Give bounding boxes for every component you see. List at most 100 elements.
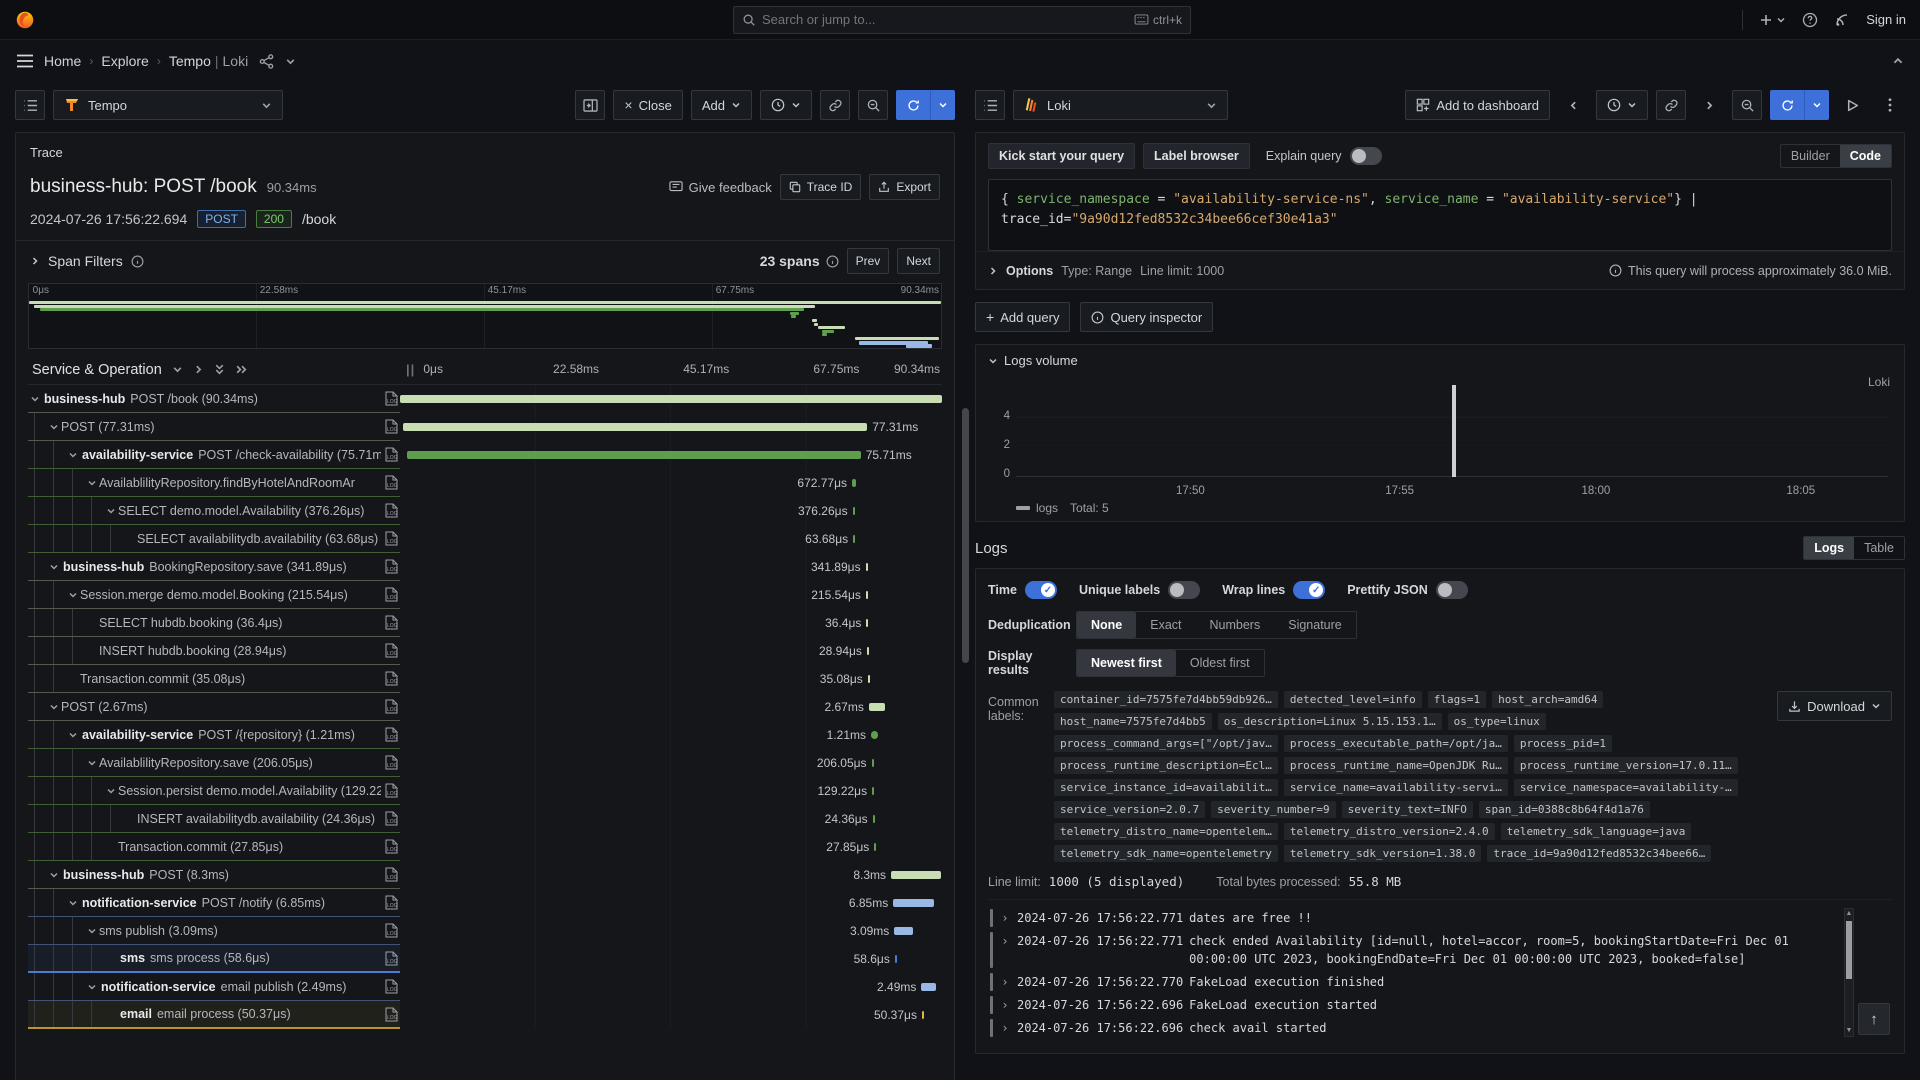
- refresh-button[interactable]: [896, 90, 931, 120]
- log-icon[interactable]: LOG: [381, 419, 398, 434]
- log-icon[interactable]: LOG: [381, 839, 398, 854]
- span-name-cell[interactable]: sms publish (3.09ms)LOG: [28, 917, 400, 945]
- download-button[interactable]: Download: [1777, 691, 1892, 721]
- log-line[interactable]: ›2024-07-26 17:56:22.696FakeLoad executi…: [990, 993, 1832, 1016]
- deduplication-options[interactable]: NoneExactNumbersSignature: [1076, 611, 1357, 639]
- news-icon[interactable]: [1834, 12, 1850, 28]
- toggle-switch[interactable]: ✓: [1293, 581, 1325, 599]
- collapse-top-icon[interactable]: [1892, 55, 1904, 67]
- expand-log-icon[interactable]: ›: [999, 1019, 1011, 1037]
- toggle-switch[interactable]: [1436, 581, 1468, 599]
- span-row[interactable]: business-hubBookingRepository.save (341.…: [28, 553, 942, 581]
- span-bar-cell[interactable]: 2.67ms: [400, 693, 942, 721]
- zoom-out-icon[interactable]: [1732, 90, 1762, 120]
- grafana-logo[interactable]: [14, 9, 36, 31]
- breadcrumb-item[interactable]: Explore: [101, 53, 148, 69]
- run-query-icon[interactable]: [1837, 90, 1867, 120]
- span-bar-cell[interactable]: 2.49ms: [400, 973, 942, 1001]
- log-icon[interactable]: LOG: [381, 783, 398, 798]
- collapse-chevron-icon[interactable]: [85, 478, 99, 488]
- datasource-picker-loki[interactable]: Loki: [1013, 90, 1228, 120]
- log-icon[interactable]: LOG: [381, 615, 398, 630]
- help-icon[interactable]: [1802, 12, 1818, 28]
- log-line[interactable]: ›2024-07-26 17:56:22.696check avail star…: [990, 1016, 1832, 1039]
- display-oldest-first[interactable]: Oldest first: [1176, 650, 1264, 676]
- collapse-all-icon[interactable]: [214, 363, 225, 376]
- span-row[interactable]: Transaction.commit (35.08μs)LOG35.08μs: [28, 665, 942, 693]
- builder-tab[interactable]: Builder: [1781, 145, 1840, 167]
- span-name-cell[interactable]: emailemail process (50.37μs)LOG: [28, 1001, 400, 1029]
- span-row[interactable]: emailemail process (50.37μs)LOG50.37μs: [28, 1001, 942, 1029]
- collapse-chevron-icon[interactable]: [28, 394, 42, 404]
- new-menu-button[interactable]: [1759, 13, 1786, 27]
- link-icon[interactable]: [1656, 90, 1686, 120]
- logs-table-switch[interactable]: LogsTable: [1803, 536, 1905, 560]
- span-name-cell[interactable]: POST (2.67ms)LOG: [28, 693, 400, 721]
- span-row[interactable]: availability-servicePOST /{repository} (…: [28, 721, 942, 749]
- display-newest-first[interactable]: Newest first: [1077, 650, 1176, 676]
- collapse-chevron-icon[interactable]: [47, 702, 61, 712]
- collapse-chevron-icon[interactable]: [85, 982, 99, 992]
- expand-log-icon[interactable]: ›: [999, 909, 1011, 927]
- next-button[interactable]: Next: [897, 248, 940, 274]
- span-name-cell[interactable]: INSERT hubdb.booking (28.94μs)LOG: [28, 637, 400, 665]
- give-feedback-link[interactable]: Give feedback: [669, 180, 772, 195]
- menu-icon[interactable]: [16, 54, 34, 68]
- collapse-chevron-icon[interactable]: [104, 506, 118, 516]
- span-bar-cell[interactable]: 672.77μs: [400, 469, 942, 497]
- prev-button[interactable]: Prev: [847, 248, 890, 274]
- query-rows-icon[interactable]: [15, 90, 45, 120]
- refresh-caret-button[interactable]: [931, 90, 955, 120]
- toggle-switch[interactable]: ✓: [1025, 581, 1057, 599]
- log-icon[interactable]: LOG: [381, 867, 398, 882]
- span-row[interactable]: AvailablilityRepository.findByHotelAndRo…: [28, 469, 942, 497]
- shift-time-forward-icon[interactable]: [1694, 90, 1724, 120]
- span-name-cell[interactable]: Session.merge demo.model.Booking (215.54…: [28, 581, 400, 609]
- log-icon[interactable]: LOG: [381, 923, 398, 938]
- span-row[interactable]: SELECT availabilitydb.availability (63.6…: [28, 525, 942, 553]
- expand-one-icon[interactable]: [193, 364, 204, 375]
- search-input[interactable]: [762, 12, 1128, 27]
- refresh-split-button[interactable]: [896, 90, 955, 120]
- span-bar-cell[interactable]: 1.21ms: [400, 721, 942, 749]
- shift-time-back-icon[interactable]: [1558, 90, 1588, 120]
- span-name-cell[interactable]: AvailablilityRepository.findByHotelAndRo…: [28, 469, 400, 497]
- log-icon[interactable]: LOG: [381, 699, 398, 714]
- span-row[interactable]: sms publish (3.09ms)LOG3.09ms: [28, 917, 942, 945]
- trace-id-button[interactable]: Trace ID: [780, 174, 862, 200]
- span-name-cell[interactable]: smssms process (58.6μs)LOG: [28, 945, 400, 973]
- log-line[interactable]: ›2024-07-26 17:56:22.771check ended Avai…: [990, 929, 1832, 970]
- span-filters-toggle[interactable]: Span Filters: [30, 253, 144, 269]
- span-bar-cell[interactable]: 6.85ms: [400, 889, 942, 917]
- refresh-split-button[interactable]: [1770, 90, 1829, 120]
- span-bar-cell[interactable]: 24.36μs: [400, 805, 942, 833]
- span-name-cell[interactable]: SELECT hubdb.booking (36.4μs)LOG: [28, 609, 400, 637]
- sign-in-button[interactable]: Sign in: [1866, 12, 1906, 27]
- link-icon[interactable]: [820, 90, 850, 120]
- log-line[interactable]: ›2024-07-26 17:56:22.771dates are free !…: [990, 906, 1832, 929]
- span-name-cell[interactable]: Transaction.commit (27.85μs)LOG: [28, 833, 400, 861]
- query-inspector-button[interactable]: Query inspector: [1080, 302, 1213, 332]
- span-bar-cell[interactable]: 27.85μs: [400, 833, 942, 861]
- span-bar-cell[interactable]: 8.3ms: [400, 861, 942, 889]
- span-bar-cell[interactable]: 215.54μs: [400, 581, 942, 609]
- collapse-chevron-icon[interactable]: [85, 926, 99, 936]
- span-name-cell[interactable]: POST (77.31ms)LOG: [28, 413, 400, 441]
- collapse-chevron-icon[interactable]: [66, 898, 80, 908]
- span-row[interactable]: POST (77.31ms)LOG77.31ms: [28, 413, 942, 441]
- log-icon[interactable]: LOG: [381, 531, 398, 546]
- collapse-chevron-icon[interactable]: [66, 730, 80, 740]
- span-row[interactable]: Session.merge demo.model.Booking (215.54…: [28, 581, 942, 609]
- search-bar[interactable]: ctrl+k: [733, 6, 1191, 34]
- add-to-dashboard-button[interactable]: Add to dashboard: [1405, 90, 1550, 120]
- span-row[interactable]: business-hubPOST (8.3ms)LOG8.3ms: [28, 861, 942, 889]
- log-line[interactable]: ›2024-07-26 17:56:22.770FakeLoad executi…: [990, 970, 1832, 993]
- span-row[interactable]: Session.persist demo.model.Availability …: [28, 777, 942, 805]
- log-icon[interactable]: LOG: [381, 671, 398, 686]
- span-bar-cell[interactable]: 35.08μs: [400, 665, 942, 693]
- log-icon[interactable]: LOG: [381, 1007, 398, 1022]
- span-name-cell[interactable]: Transaction.commit (35.08μs)LOG: [28, 665, 400, 693]
- log-icon[interactable]: LOG: [381, 643, 398, 658]
- tab-table[interactable]: Table: [1854, 537, 1904, 559]
- builder-code-switch[interactable]: Builder Code: [1780, 144, 1892, 168]
